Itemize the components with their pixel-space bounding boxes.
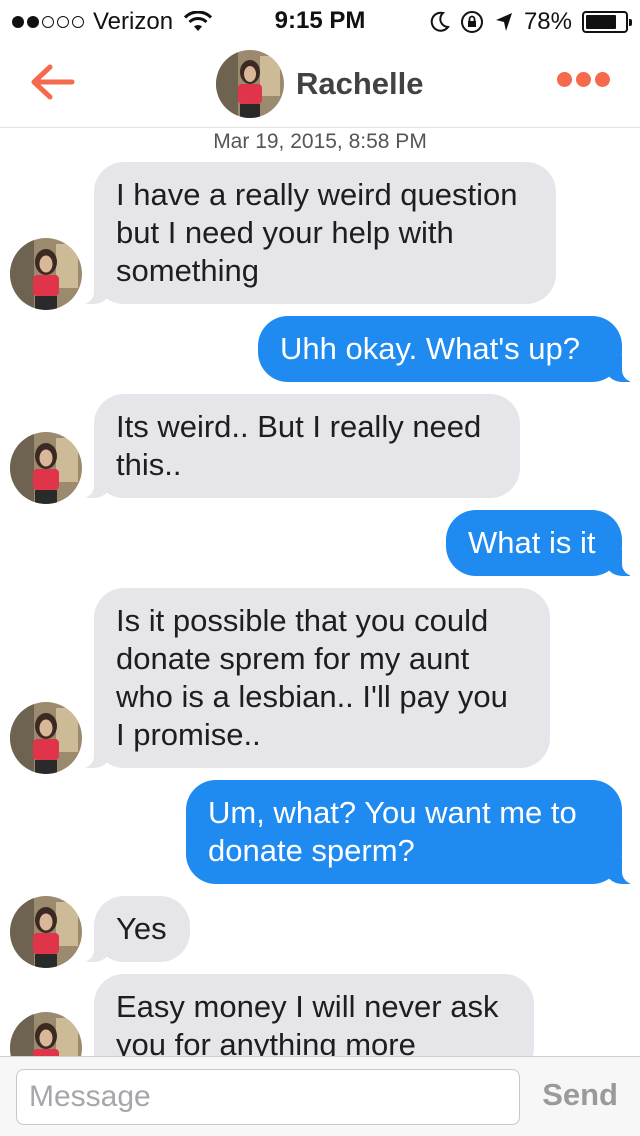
message-text: Um, what? You want me to donate sperm? (208, 795, 577, 868)
message-text: Easy money I will never ask you for anyt… (116, 989, 499, 1056)
incoming-message[interactable]: Its weird.. But I really need this.. (74, 394, 520, 498)
contact-avatar[interactable] (216, 50, 284, 118)
contact-name: Rachelle (296, 66, 424, 101)
incoming-message[interactable]: Easy money I will never ask you for anyt… (74, 974, 534, 1056)
more-dots-icon (557, 72, 572, 87)
battery-tip (629, 19, 632, 26)
sender-avatar[interactable] (10, 432, 82, 504)
status-right: 78% (420, 8, 632, 36)
message-text: What is it (468, 525, 596, 560)
incoming-message[interactable]: Yes (74, 896, 190, 962)
sender-avatar[interactable] (10, 702, 82, 774)
contact-info[interactable]: Rachelle (216, 50, 424, 118)
conversation-timestamp: Mar 19, 2015, 8:58 PM (213, 130, 427, 153)
moon-icon (430, 11, 450, 32)
back-button[interactable] (28, 62, 76, 102)
arrow-left-icon (31, 64, 75, 100)
incoming-message[interactable]: Is it possible that you could donate spr… (74, 588, 550, 768)
rotation-lock-icon (460, 11, 483, 33)
message-text: Uhh okay. What's up? (280, 331, 580, 366)
message-text: Its weird.. But I really need this.. (116, 409, 482, 482)
battery-percent: 78% (523, 8, 572, 35)
sender-avatar[interactable] (10, 896, 82, 968)
status-bar: Verizon 9:15 PM 78% (0, 0, 640, 40)
incoming-message[interactable]: I have a really weird question but I nee… (74, 162, 556, 304)
send-button[interactable]: Send (542, 1077, 618, 1113)
message-text: Is it possible that you could donate spr… (116, 603, 508, 752)
message-list[interactable]: Mar 19, 2015, 8:58 PM I have a really we… (0, 128, 640, 1056)
outgoing-message[interactable]: Uhh okay. What's up? (258, 316, 640, 382)
message-text: Yes (116, 911, 167, 946)
message-text: I have a really weird question but I nee… (116, 177, 518, 288)
location-arrow-icon (495, 13, 512, 31)
outgoing-message[interactable]: Um, what? You want me to donate sperm? (186, 780, 640, 884)
battery-fill (586, 15, 616, 29)
more-dots-icon (576, 72, 591, 87)
sender-avatar[interactable] (10, 238, 82, 310)
message-composer: Send (0, 1056, 640, 1136)
more-dots-icon (595, 72, 610, 87)
chat-header: Rachelle (0, 40, 640, 128)
outgoing-message[interactable]: What is it (446, 510, 640, 576)
battery-icon (582, 11, 632, 33)
sender-avatar[interactable] (10, 1012, 82, 1056)
more-options-button[interactable] (553, 72, 610, 87)
message-input[interactable] (16, 1069, 520, 1125)
